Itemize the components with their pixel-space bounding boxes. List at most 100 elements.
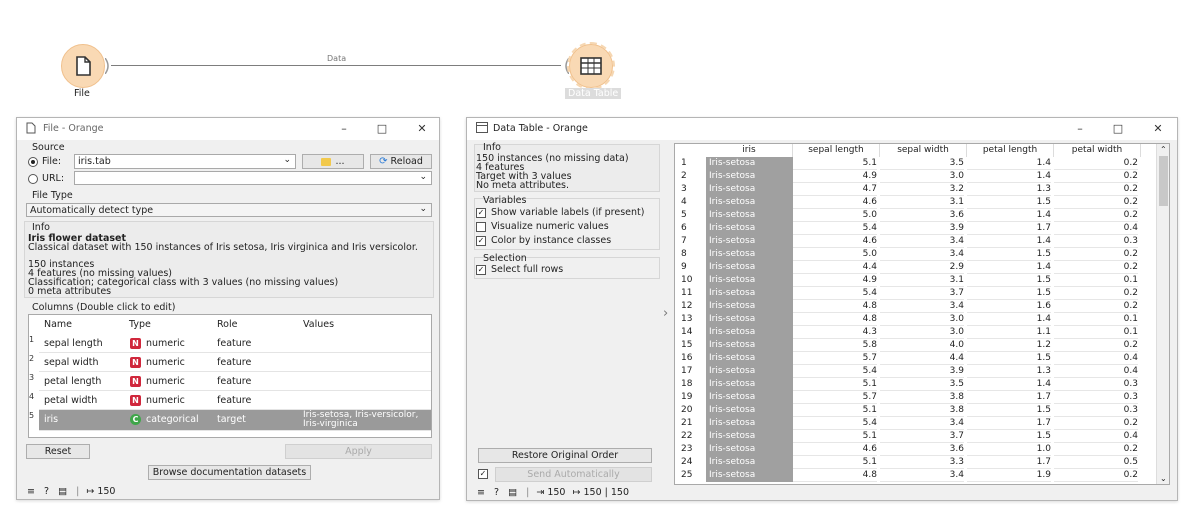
value-cell[interactable]: 3.0 <box>880 326 964 339</box>
class-cell[interactable]: Iris-setosa <box>706 443 793 456</box>
show-labels-checkbox[interactable]: ✓ <box>476 208 486 218</box>
value-cell[interactable]: 0.3 <box>1054 391 1138 404</box>
table-row[interactable]: 1 Iris-setosa 5.1 3.5 1.4 0.2 <box>675 157 1155 170</box>
column-header-sepal-length[interactable]: sepal length <box>793 144 880 157</box>
column-header-sepal-width[interactable]: sepal width <box>880 144 967 157</box>
value-cell[interactable]: 4.3 <box>793 326 877 339</box>
value-cell[interactable]: 5.8 <box>793 339 877 352</box>
table-row[interactable]: 22 Iris-setosa 5.1 3.7 1.5 0.4 <box>675 430 1155 443</box>
value-cell[interactable]: 5.7 <box>793 352 877 365</box>
value-cell[interactable]: 1.3 <box>967 365 1051 378</box>
value-cell[interactable]: 4.7 <box>793 183 877 196</box>
value-cell[interactable]: 5.1 <box>793 404 877 417</box>
value-cell[interactable]: 5.1 <box>793 157 877 170</box>
table-row[interactable]: 24 Iris-setosa 5.1 3.3 1.7 0.5 <box>675 456 1155 469</box>
column-header-petal-length[interactable]: petal length <box>967 144 1054 157</box>
class-cell[interactable]: Iris-setosa <box>706 456 793 469</box>
table-row[interactable]: 11 Iris-setosa 5.4 3.7 1.5 0.2 <box>675 287 1155 300</box>
class-cell[interactable]: Iris-setosa <box>706 235 793 248</box>
value-cell[interactable]: 0.4 <box>1054 222 1138 235</box>
scroll-down-icon[interactable]: ⌄ <box>1160 474 1167 483</box>
value-cell[interactable]: 1.5 <box>967 196 1051 209</box>
value-cell[interactable]: 0.2 <box>1054 157 1138 170</box>
value-cell[interactable]: 2.9 <box>880 261 964 274</box>
reload-button[interactable]: ⟳ Reload <box>370 154 432 169</box>
value-cell[interactable]: 0.5 <box>1054 456 1138 469</box>
class-cell[interactable]: Iris-setosa <box>706 274 793 287</box>
value-cell[interactable]: 3.4 <box>880 248 964 261</box>
value-cell[interactable]: 3.4 <box>880 300 964 313</box>
data-table-node[interactable] <box>563 42 619 94</box>
value-cell[interactable]: 3.7 <box>880 287 964 300</box>
close-button[interactable]: ✕ <box>1145 120 1171 138</box>
value-cell[interactable]: 0.2 <box>1054 196 1138 209</box>
value-cell[interactable]: 3.1 <box>880 274 964 287</box>
value-cell[interactable]: 0.2 <box>1054 248 1138 261</box>
value-cell[interactable]: 0.3 <box>1054 235 1138 248</box>
value-cell[interactable]: 4.9 <box>793 170 877 183</box>
file-radio[interactable] <box>28 157 38 167</box>
table-row[interactable]: 3 petal length N numeric feature <box>29 372 431 391</box>
value-cell[interactable]: 4.8 <box>793 469 877 482</box>
class-cell[interactable]: Iris-setosa <box>706 313 793 326</box>
value-cell[interactable]: 3.2 <box>880 183 964 196</box>
report-icon[interactable]: ▤ <box>58 486 67 497</box>
value-cell[interactable]: 4.6 <box>793 196 877 209</box>
scrollbar-thumb[interactable] <box>1159 156 1168 206</box>
value-cell[interactable]: 0.4 <box>1054 365 1138 378</box>
value-cell[interactable]: 3.0 <box>880 170 964 183</box>
file-type-select[interactable]: Automatically detect type ⌄ <box>26 203 432 217</box>
value-cell[interactable]: 0.2 <box>1054 261 1138 274</box>
table-row[interactable]: 12 Iris-setosa 4.8 3.4 1.6 0.2 <box>675 300 1155 313</box>
select-rows-checkbox[interactable]: ✓ <box>476 265 486 275</box>
restore-order-button[interactable]: Restore Original Order <box>478 448 652 463</box>
value-cell[interactable]: 4.6 <box>793 235 877 248</box>
value-cell[interactable]: 1.2 <box>967 339 1051 352</box>
value-cell[interactable]: 1.4 <box>967 378 1051 391</box>
class-cell[interactable]: Iris-setosa <box>706 209 793 222</box>
data-table-titlebar[interactable]: Data Table - Orange – □ ✕ <box>467 118 1177 140</box>
value-cell[interactable]: 1.0 <box>967 443 1051 456</box>
table-row[interactable]: 18 Iris-setosa 5.1 3.5 1.4 0.3 <box>675 378 1155 391</box>
value-cell[interactable]: 3.5 <box>880 157 964 170</box>
value-cell[interactable]: 0.4 <box>1054 430 1138 443</box>
collapse-panel-icon[interactable]: › <box>663 306 668 321</box>
value-cell[interactable]: 0.2 <box>1054 443 1138 456</box>
class-cell[interactable]: Iris-setosa <box>706 170 793 183</box>
value-cell[interactable]: 0.2 <box>1054 209 1138 222</box>
value-cell[interactable]: 0.2 <box>1054 287 1138 300</box>
table-row[interactable]: 9 Iris-setosa 4.4 2.9 1.4 0.2 <box>675 261 1155 274</box>
value-cell[interactable]: 0.2 <box>1054 469 1138 482</box>
class-cell[interactable]: Iris-setosa <box>706 378 793 391</box>
table-row[interactable]: 4 Iris-setosa 4.6 3.1 1.5 0.2 <box>675 196 1155 209</box>
class-cell[interactable]: Iris-setosa <box>706 222 793 235</box>
value-cell[interactable]: 1.7 <box>967 391 1051 404</box>
value-cell[interactable]: 3.8 <box>880 391 964 404</box>
table-row[interactable]: 14 Iris-setosa 4.3 3.0 1.1 0.1 <box>675 326 1155 339</box>
value-cell[interactable]: 5.1 <box>793 456 877 469</box>
class-cell[interactable]: Iris-setosa <box>706 300 793 313</box>
value-cell[interactable]: 3.7 <box>880 430 964 443</box>
value-cell[interactable]: 1.6 <box>967 300 1051 313</box>
value-cell[interactable]: 1.4 <box>967 313 1051 326</box>
value-cell[interactable]: 1.7 <box>967 417 1051 430</box>
table-row[interactable]: 19 Iris-setosa 5.7 3.8 1.7 0.3 <box>675 391 1155 404</box>
value-cell[interactable]: 0.2 <box>1054 170 1138 183</box>
class-cell[interactable]: Iris-setosa <box>706 261 793 274</box>
file-node[interactable] <box>61 44 111 94</box>
value-cell[interactable]: 1.1 <box>967 326 1051 339</box>
value-cell[interactable]: 0.2 <box>1054 183 1138 196</box>
table-row[interactable]: 7 Iris-setosa 4.6 3.4 1.4 0.3 <box>675 235 1155 248</box>
value-cell[interactable]: 1.5 <box>967 404 1051 417</box>
value-cell[interactable]: 3.4 <box>880 469 964 482</box>
value-cell[interactable]: 3.3 <box>880 456 964 469</box>
table-row[interactable]: 5 Iris-setosa 5.0 3.6 1.4 0.2 <box>675 209 1155 222</box>
browse-documentation-button[interactable]: Browse documentation datasets <box>148 465 311 480</box>
class-cell[interactable]: Iris-setosa <box>706 326 793 339</box>
reset-button[interactable]: Reset <box>26 444 90 459</box>
class-cell[interactable]: Iris-setosa <box>706 469 793 482</box>
data-table-grid[interactable]: iris sepal length sepal width petal leng… <box>674 143 1170 485</box>
value-cell[interactable]: 5.7 <box>793 391 877 404</box>
value-cell[interactable]: 4.8 <box>793 313 877 326</box>
table-row[interactable]: 2 Iris-setosa 4.9 3.0 1.4 0.2 <box>675 170 1155 183</box>
